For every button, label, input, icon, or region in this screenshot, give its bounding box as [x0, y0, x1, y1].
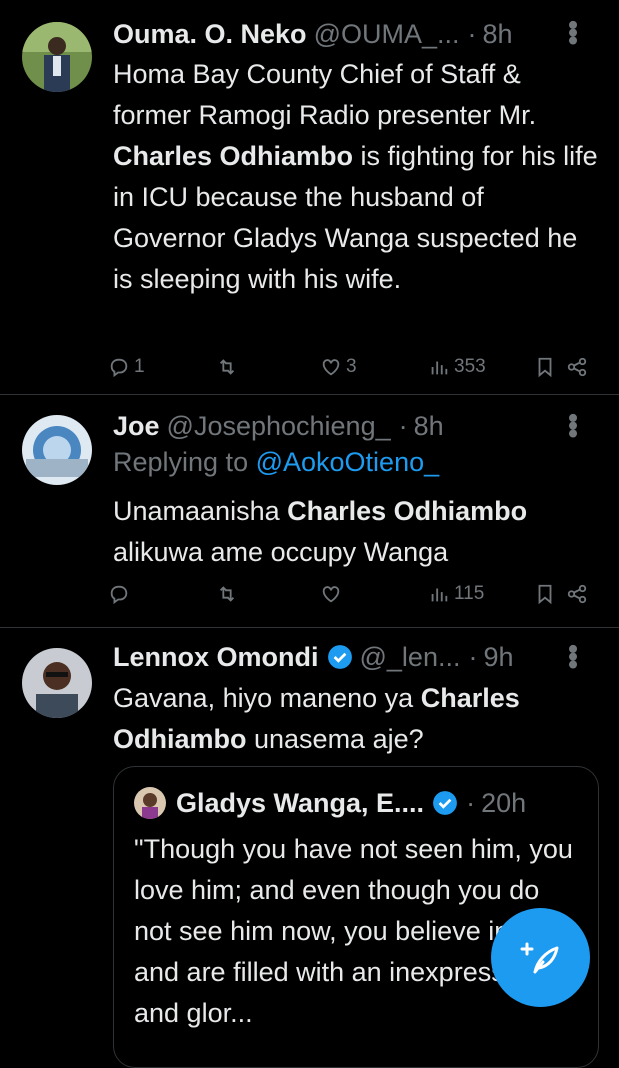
- retweet-button[interactable]: [216, 583, 242, 605]
- tweet-text-part: unasema aje?: [246, 724, 424, 754]
- more-icon[interactable]: •••: [557, 413, 589, 436]
- reply-icon: [110, 585, 128, 605]
- more-icon[interactable]: •••: [557, 20, 589, 43]
- verified-icon: [327, 645, 352, 669]
- compose-icon: [520, 942, 558, 973]
- tweet-text: Gavana, hiyo maneno ya Charles Odhiambo …: [113, 678, 601, 760]
- tweet-text-part: Unamaanisha: [113, 496, 288, 526]
- tweet-text-part: Gavana, hiyo maneno ya: [113, 683, 421, 713]
- bookmark-icon: [538, 584, 552, 605]
- separator-dot: ·: [466, 787, 476, 818]
- author-handle[interactable]: @Josephochieng_: [167, 411, 391, 442]
- like-count: 3: [346, 356, 357, 377]
- separator-dot: ·: [398, 410, 408, 441]
- avatar[interactable]: [22, 415, 92, 485]
- bookmark-button[interactable]: [534, 356, 556, 378]
- replying-label: Replying to: [113, 447, 249, 477]
- author-handle[interactable]: @_len...: [360, 642, 461, 673]
- views-icon: [431, 588, 448, 602]
- tweet-text: Homa Bay County Chief of Staff & former …: [113, 54, 601, 300]
- tweet-text-part: Homa Bay County Chief of Staff & former …: [113, 59, 537, 130]
- author-name[interactable]: Joe: [113, 411, 160, 442]
- quoted-author-name[interactable]: Gladys Wanga, E....: [176, 788, 424, 819]
- author-name[interactable]: Ouma. O. Neko: [113, 19, 307, 50]
- mention-bold: Charles Odhiambo: [113, 141, 354, 171]
- bookmark-button[interactable]: [534, 583, 556, 605]
- share-icon: [567, 357, 587, 377]
- like-icon: [322, 586, 340, 603]
- author-name[interactable]: Lennox Omondi: [113, 642, 319, 673]
- tweet-text: Unamaanisha Charles Odhiambo alikuwa ame…: [113, 491, 601, 573]
- more-icon[interactable]: •••: [557, 644, 589, 667]
- retweet-icon: [219, 359, 235, 375]
- compose-button[interactable]: [491, 908, 590, 1007]
- like-button[interactable]: [320, 583, 346, 605]
- verified-icon: [433, 791, 457, 815]
- quoted-timestamp[interactable]: 20h: [481, 788, 526, 819]
- avatar[interactable]: [22, 22, 92, 92]
- tweet-2[interactable]: Joe @Josephochieng_ · 8h ••• Replying to…: [0, 395, 619, 628]
- views-button[interactable]: 353: [428, 356, 486, 378]
- action-bar: 115: [108, 579, 601, 609]
- share-button[interactable]: [566, 356, 588, 378]
- views-icon: [431, 361, 448, 375]
- views-count: 115: [454, 583, 485, 604]
- tweet-1[interactable]: Ouma. O. Neko @OUMA_... · 8h ••• Homa Ba…: [0, 0, 619, 395]
- quoted-avatar[interactable]: [134, 787, 166, 819]
- avatar[interactable]: [22, 648, 92, 718]
- reply-icon: [110, 358, 128, 378]
- like-icon: [322, 359, 340, 376]
- author-handle[interactable]: @OUMA_...: [314, 19, 460, 50]
- reply-button[interactable]: [108, 583, 134, 605]
- mention-bold: Charles Odhiambo: [287, 496, 528, 526]
- views-button[interactable]: 115: [428, 583, 484, 605]
- share-icon: [567, 584, 587, 604]
- bookmark-icon: [538, 357, 552, 378]
- reply-button[interactable]: 1: [108, 356, 145, 378]
- like-button[interactable]: 3: [320, 356, 357, 378]
- timestamp[interactable]: 8h: [414, 411, 444, 442]
- tweet-text-part: alikuwa ame occupy Wanga: [113, 537, 449, 567]
- retweet-button[interactable]: [216, 356, 242, 378]
- share-button[interactable]: [566, 583, 588, 605]
- timestamp[interactable]: 8h: [483, 19, 513, 50]
- separator-dot: ·: [467, 18, 477, 49]
- separator-dot: ·: [468, 641, 478, 672]
- replying-to: Replying to @AokoOtieno_: [113, 447, 439, 478]
- timestamp[interactable]: 9h: [483, 642, 513, 673]
- views-count: 353: [454, 356, 486, 377]
- reply-count: 1: [134, 356, 145, 377]
- retweet-icon: [219, 586, 235, 602]
- replying-handle-link[interactable]: @AokoOtieno_: [256, 447, 440, 477]
- action-bar: 1 3 353: [108, 352, 601, 382]
